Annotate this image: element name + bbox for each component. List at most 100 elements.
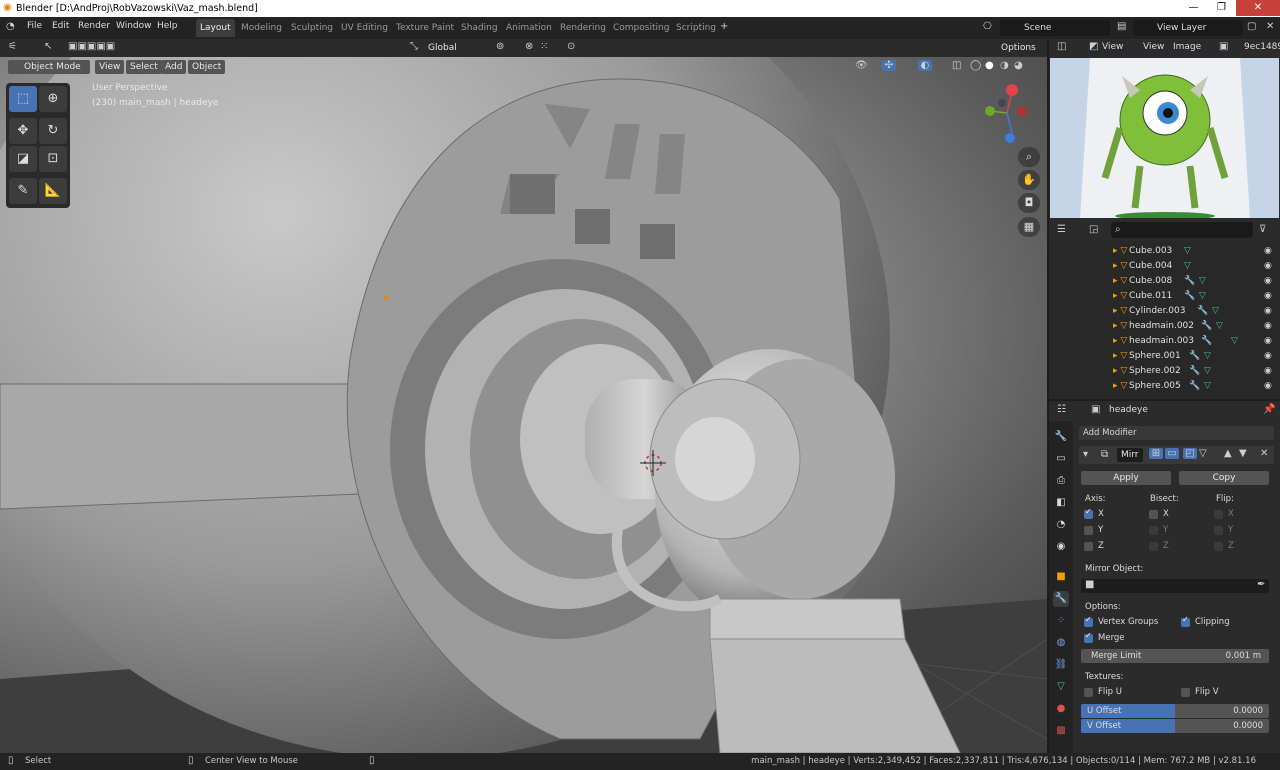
object-tab-icon[interactable]: ■ (1053, 569, 1069, 585)
maximize-button[interactable]: ❐ (1208, 0, 1235, 16)
outliner-row[interactable]: ▸ ▽ Sphere.001 🔧 ▽ ◉ (1049, 349, 1280, 364)
remove-modifier-icon[interactable]: ✕ (1260, 448, 1268, 459)
tab-scripting[interactable]: Scripting (672, 19, 720, 37)
bisect-x-checkbox[interactable] (1149, 510, 1158, 519)
outliner-row[interactable]: ▸ ▽ Sphere.002 🔧 ▽ ◉ (1049, 364, 1280, 379)
pin-icon[interactable]: 📌 (1263, 404, 1275, 415)
data-tab-icon[interactable]: ▽ (1053, 679, 1069, 695)
physics-tab-icon[interactable]: ◍ (1053, 635, 1069, 651)
view-mode-icon[interactable]: ◩ (1089, 41, 1098, 52)
options-dropdown[interactable]: Options (997, 41, 1040, 55)
view-layer-tab-icon[interactable]: ◧ (1053, 495, 1069, 511)
tab-texture-paint[interactable]: Texture Paint (392, 19, 458, 37)
flip-z-checkbox[interactable] (1214, 542, 1223, 551)
tab-compositing[interactable]: Compositing (609, 19, 673, 37)
orientation-dropdown[interactable]: Global (424, 41, 461, 55)
v-offset-field[interactable]: V Offset 0.0000 (1081, 719, 1269, 733)
bisect-y-checkbox[interactable] (1149, 526, 1158, 535)
image-browse-icon[interactable]: ▣ (1219, 41, 1228, 52)
transform-tool[interactable]: ⊡ (39, 146, 67, 172)
menu-window[interactable]: Window (116, 21, 152, 31)
measure-tool[interactable]: 📐 (39, 178, 67, 204)
eye-icon[interactable]: ◉ (1264, 349, 1272, 364)
eye-icon[interactable]: ◉ (1264, 379, 1272, 394)
particles-tab-icon[interactable]: ⁘ (1053, 613, 1069, 629)
image-editor[interactable]: ◫ ◩ View View Image ▣ 9ec1489 (1049, 39, 1280, 219)
menu-help[interactable]: Help (157, 21, 178, 31)
outliner-type-icon[interactable]: ☰ (1057, 224, 1066, 235)
image-editor-type-icon[interactable]: ◫ (1057, 41, 1066, 52)
output-tab-icon[interactable]: ⎙ (1053, 473, 1069, 489)
eye-icon[interactable]: ◉ (1264, 274, 1272, 289)
apply-button[interactable]: Apply (1081, 471, 1171, 485)
move-down-icon[interactable]: ▼ (1239, 448, 1247, 459)
tab-uv-editing[interactable]: UV Editing (337, 19, 392, 37)
outliner-row[interactable]: ▸ ▽ headmain.002 🔧 ▽ ◉ (1049, 319, 1280, 334)
image-view-menu[interactable]: View (1143, 42, 1164, 52)
blender-menu-icon[interactable]: ◔ (6, 21, 15, 32)
constraints-tab-icon[interactable]: ⛓ (1053, 657, 1069, 673)
eye-icon[interactable]: ◉ (1264, 304, 1272, 319)
solid-shading-icon[interactable]: ● (985, 60, 994, 71)
vertex-groups-checkbox[interactable] (1084, 615, 1093, 627)
outliner-row[interactable]: ▸ ▽ Cylinder.003 🔧 ▽ ◉ (1049, 304, 1280, 319)
wireframe-shading-icon[interactable]: ◯ (970, 60, 981, 71)
menu-edit[interactable]: Edit (52, 21, 69, 31)
visibility-icon[interactable]: 👁 (855, 60, 868, 71)
eye-icon[interactable]: ◉ (1264, 334, 1272, 349)
modifier-name-field[interactable]: Mirr (1117, 448, 1143, 462)
annotate-tool[interactable]: ✎ (9, 178, 37, 204)
menu-render[interactable]: Render (78, 21, 110, 31)
object-mode-dropdown[interactable]: Object Mode (8, 60, 90, 74)
merge-limit-field[interactable]: Merge Limit 0.001 m (1081, 649, 1269, 663)
image-view-dropdown[interactable]: View (1102, 42, 1123, 52)
tab-rendering[interactable]: Rendering (556, 19, 610, 37)
cursor-tool[interactable]: ⊕ (39, 86, 67, 112)
material-tab-icon[interactable]: ● (1053, 701, 1069, 717)
close-button[interactable]: ✕ (1236, 0, 1280, 16)
scene-field[interactable]: Scene (1000, 20, 1110, 36)
new-view-layer-icon[interactable]: ▢ (1247, 21, 1256, 32)
outliner-row[interactable]: ▸ ▽ headmain.003 🔧 ▽ ◉ (1049, 334, 1280, 349)
ortho-grid-icon[interactable]: ▦ (1018, 217, 1040, 237)
xray-icon[interactable]: ◫ (952, 60, 961, 71)
select-menu[interactable]: Select (126, 60, 162, 74)
modifier-tab-icon[interactable]: 🔧 (1053, 591, 1069, 607)
tab-modeling[interactable]: Modeling (237, 19, 286, 37)
merge-checkbox[interactable] (1084, 631, 1093, 643)
u-offset-field[interactable]: U Offset 0.0000 (1081, 704, 1269, 718)
editor-type-icon[interactable]: ⚟ (8, 41, 17, 52)
render-icon[interactable]: ◰ (1183, 448, 1197, 459)
axis-x-checkbox[interactable] (1084, 507, 1093, 519)
outliner-row[interactable]: ▸ ▽ Cube.003 ▽ ◉ (1049, 244, 1280, 259)
add-menu[interactable]: Add (161, 60, 187, 74)
flip-u-checkbox[interactable] (1084, 688, 1093, 697)
tab-sculpting[interactable]: Sculpting (287, 19, 337, 37)
properties-type-icon[interactable]: ☷ (1057, 404, 1066, 415)
object-menu[interactable]: Object (188, 60, 226, 74)
camera-view-icon[interactable]: ◘ (1018, 193, 1040, 213)
eye-icon[interactable]: ◉ (1264, 289, 1272, 304)
add-workspace-icon[interactable]: + (720, 21, 728, 32)
eye-icon[interactable]: ◉ (1264, 364, 1272, 379)
menu-file[interactable]: File (27, 21, 42, 31)
view-menu[interactable]: View (95, 60, 125, 74)
flip-x-checkbox[interactable] (1214, 510, 1223, 519)
move-tool[interactable]: ✥ (9, 118, 37, 144)
scene-tab-icon[interactable]: ◔ (1053, 517, 1069, 533)
copy-button[interactable]: Copy (1179, 471, 1269, 485)
tool-tab-icon[interactable]: 🔧 (1053, 429, 1069, 445)
bisect-z-checkbox[interactable] (1149, 542, 1158, 551)
editmode-icon[interactable]: ⊞ (1149, 448, 1163, 459)
material-shading-icon[interactable]: ◑ (1000, 60, 1009, 71)
world-tab-icon[interactable]: ◉ (1053, 539, 1069, 555)
select-mode-icon[interactable]: ↖ (44, 41, 52, 52)
outliner-search[interactable]: ⌕ (1111, 222, 1253, 238)
display-mode-icon[interactable]: ◲ (1089, 224, 1098, 235)
clipping-checkbox[interactable] (1181, 615, 1190, 627)
image-menu[interactable]: Image (1173, 42, 1201, 52)
remove-view-layer-icon[interactable]: ✕ (1266, 21, 1274, 32)
rotate-tool[interactable]: ↻ (39, 118, 67, 144)
cage-icon[interactable]: ▽ (1199, 448, 1207, 459)
outliner-row[interactable]: ▸ ▽ Cube.011 🔧 ▽ ◉ (1049, 289, 1280, 304)
